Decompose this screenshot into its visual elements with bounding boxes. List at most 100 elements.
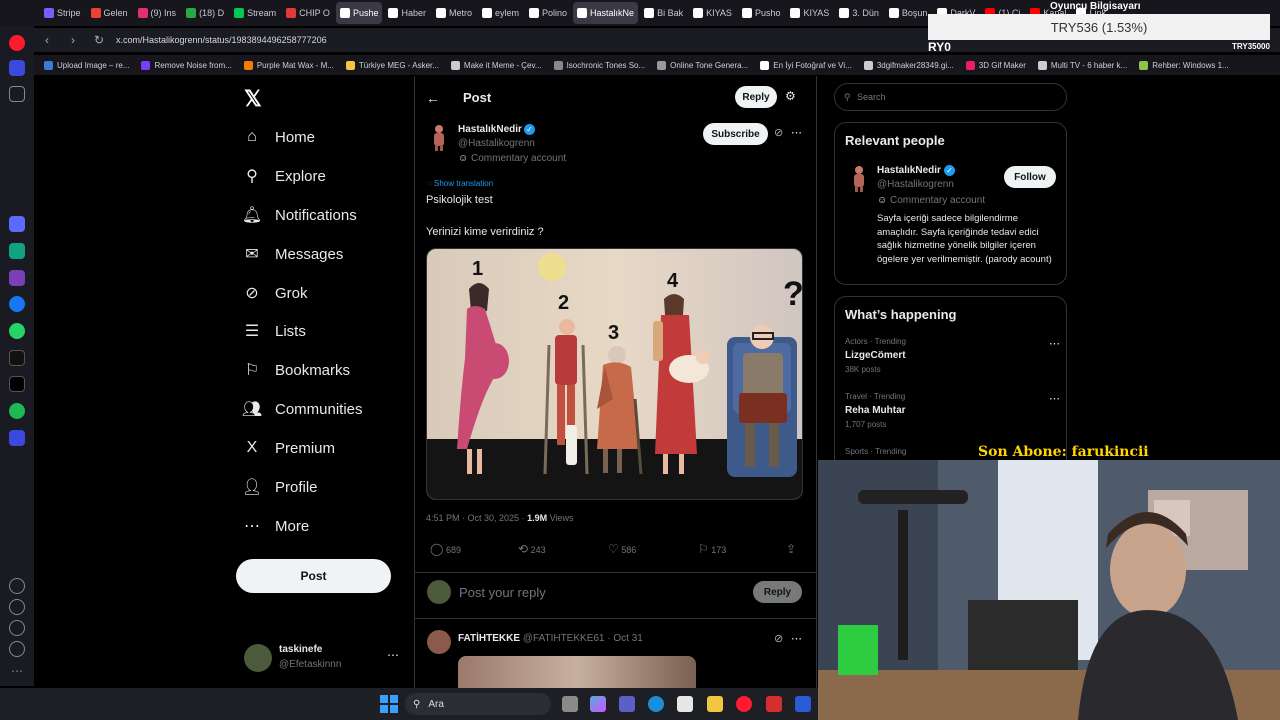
browser-tab[interactable]: CHIP O bbox=[282, 2, 334, 24]
browser-tab[interactable]: HastalıkNe bbox=[573, 2, 639, 24]
browser-tab[interactable]: Boşun bbox=[885, 2, 932, 24]
post-time[interactable]: 4:51 PM · Oct 30, 2025 · bbox=[426, 513, 527, 523]
filter-icon[interactable]: ⚙ bbox=[785, 89, 796, 103]
browser-tab[interactable]: (9) Ins bbox=[134, 2, 181, 24]
person-handle[interactable]: @Hastalikogrenn bbox=[877, 179, 954, 190]
opera-icon[interactable] bbox=[736, 696, 752, 712]
reply-action[interactable]: ◯ 689 bbox=[430, 542, 461, 556]
author-handle[interactable]: @Hastalikogrenn bbox=[458, 138, 535, 149]
bookmark-item[interactable]: Online Tone Genera... bbox=[657, 60, 748, 70]
person-avatar[interactable] bbox=[847, 164, 871, 192]
url-text[interactable]: x.com/Hastalikogrenn/status/198389449625… bbox=[116, 35, 327, 45]
author-name[interactable]: HastalıkNedir bbox=[458, 124, 522, 135]
whatsapp-icon[interactable] bbox=[9, 323, 25, 339]
grok-icon[interactable]: ⊘ bbox=[774, 126, 783, 139]
app-icon[interactable] bbox=[766, 696, 782, 712]
bookmark-item[interactable]: 3dgifmaker28349.gi... bbox=[863, 60, 954, 70]
bookmark-item[interactable]: Purple Mat Wax - M... bbox=[243, 60, 334, 70]
grok-icon[interactable]: ⊘ bbox=[774, 632, 783, 645]
browser-tab[interactable]: Stream bbox=[230, 2, 280, 24]
bookmark-item[interactable]: Multi TV - 6 haber k... bbox=[1037, 60, 1127, 70]
browser-tab[interactable]: Polino bbox=[525, 2, 571, 24]
history-icon[interactable] bbox=[9, 599, 25, 615]
teams-icon[interactable] bbox=[619, 696, 635, 712]
trend-item[interactable]: Travel · Trending Reha Muhtar 1,707 posts ⋯ bbox=[845, 392, 1060, 442]
nav-item-more[interactable]: ⋯ More bbox=[243, 517, 309, 536]
post-image[interactable]: ? 1 2 3 4 bbox=[426, 248, 803, 500]
bulb-icon[interactable] bbox=[9, 641, 25, 657]
reply-submit-button[interactable]: Reply bbox=[753, 581, 802, 603]
bookmark-action[interactable]: ⚐ 173 bbox=[698, 542, 726, 556]
taskbar-search[interactable]: ⚲ Ara bbox=[405, 693, 551, 715]
nav-item-communities[interactable]: 👥︎ Communities bbox=[242, 400, 363, 419]
share-icon[interactable]: ⇪ bbox=[786, 542, 796, 556]
reply-input[interactable]: Post your reply bbox=[459, 585, 546, 600]
repost-action[interactable]: ⟲ 243 bbox=[518, 542, 546, 556]
follow-button[interactable]: Follow bbox=[1004, 166, 1056, 188]
back-icon[interactable]: ‹ bbox=[34, 33, 60, 47]
messenger-icon[interactable] bbox=[9, 296, 25, 312]
back-arrow-icon[interactable]: ← bbox=[426, 90, 440, 106]
browser-tab[interactable]: Stripe bbox=[40, 2, 85, 24]
browser-tab[interactable]: (18) D bbox=[182, 2, 228, 24]
nav-item-explore[interactable]: ⚲ Explore bbox=[243, 167, 326, 186]
nav-item-profile[interactable]: 👤︎ Profile bbox=[242, 478, 318, 497]
bookmark-item[interactable]: Make it Meme - Çev... bbox=[450, 60, 542, 70]
bookmark-item[interactable]: 3D Gif Maker bbox=[965, 60, 1026, 70]
account-switcher[interactable]: taskinefe @Efetaskinnn ⋯ bbox=[244, 642, 404, 676]
bookmark-item[interactable]: Türkiye MEG - Asker... bbox=[345, 60, 439, 70]
browser-tab[interactable]: KIYAS bbox=[786, 2, 833, 24]
bookmark-item[interactable]: Rehber: Windows 1... bbox=[1139, 60, 1229, 70]
aria-icon[interactable] bbox=[9, 216, 25, 232]
browser-tab[interactable]: 3. Dün bbox=[835, 2, 883, 24]
reply-more-icon[interactable]: ⋯ bbox=[791, 632, 802, 645]
show-translation-link[interactable]: ◌ Show translation bbox=[427, 179, 493, 188]
extension-icon[interactable] bbox=[9, 270, 25, 286]
bookmark-item[interactable]: Upload Image – re... bbox=[44, 60, 129, 70]
trend-more-icon[interactable]: ⋯ bbox=[1049, 337, 1060, 350]
x-app-icon[interactable] bbox=[9, 376, 25, 392]
tiktok-icon[interactable] bbox=[9, 350, 25, 366]
app-icon[interactable] bbox=[795, 696, 811, 712]
search-input[interactable]: ⚲ Search bbox=[834, 83, 1067, 111]
person-name[interactable]: HastalıkNedir bbox=[877, 165, 941, 176]
browser-tab[interactable]: Bi Bak bbox=[640, 2, 687, 24]
settings-icon[interactable] bbox=[9, 620, 25, 636]
nav-item-lists[interactable]: ☰ Lists bbox=[243, 322, 306, 341]
like-action[interactable]: ♡ 586 bbox=[608, 542, 636, 556]
opera-logo-icon[interactable] bbox=[9, 35, 25, 51]
bookmark-item[interactable]: Isochronic Tones So... bbox=[553, 60, 645, 70]
nav-item-notifications[interactable]: 🔔︎ Notifications bbox=[242, 206, 357, 225]
author-avatar[interactable] bbox=[427, 123, 451, 151]
browser-tab[interactable]: KIYAS bbox=[689, 2, 736, 24]
home-icon[interactable] bbox=[9, 60, 25, 76]
post-button[interactable]: Post bbox=[236, 559, 391, 593]
nav-item-premium[interactable]: X Premium bbox=[243, 439, 335, 457]
copilot-icon[interactable] bbox=[590, 696, 606, 712]
reply-header-button[interactable]: Reply bbox=[735, 86, 777, 108]
post-more-icon[interactable]: ⋯ bbox=[791, 126, 802, 139]
chatgpt-icon[interactable] bbox=[9, 243, 25, 259]
browser-tab[interactable]: Haber bbox=[384, 2, 430, 24]
store-icon[interactable] bbox=[677, 696, 693, 712]
browser-tab[interactable]: Pusho bbox=[738, 2, 785, 24]
edge-icon[interactable] bbox=[648, 696, 664, 712]
nav-item-home[interactable]: ⌂ Home bbox=[243, 128, 315, 146]
subscribe-button[interactable]: Subscribe bbox=[703, 123, 768, 145]
reply-media[interactable] bbox=[458, 656, 696, 688]
forward-icon[interactable]: › bbox=[60, 33, 86, 47]
x-logo-icon[interactable]: 𝕏 bbox=[244, 86, 262, 112]
trend-more-icon[interactable]: ⋯ bbox=[1049, 392, 1060, 405]
start-icon[interactable] bbox=[380, 695, 398, 713]
browser-tab[interactable]: Gelen bbox=[87, 2, 132, 24]
bookmark-item[interactable]: En İyi Fotoğraf ve Vi... bbox=[760, 60, 852, 70]
file-explorer-icon[interactable] bbox=[707, 696, 723, 712]
browser-tab[interactable]: Pushe bbox=[335, 2, 383, 24]
spotify-icon[interactable] bbox=[9, 403, 25, 419]
bookmark-item[interactable]: Remove Noise from... bbox=[141, 60, 232, 70]
nav-item-bookmarks[interactable]: ⚐ Bookmarks bbox=[243, 361, 350, 380]
reply-item[interactable]: FATİHTEKKE @FATIHTEKKE61 · Oct 31 ⊘ ⋯ bbox=[415, 624, 816, 688]
trend-item[interactable]: Actors · Trending LizgeCömert 38K posts ⋯ bbox=[845, 337, 1060, 387]
nav-item-grok[interactable]: ⊘ Grok bbox=[243, 284, 307, 303]
more-icon[interactable]: ⋯ bbox=[387, 648, 399, 662]
